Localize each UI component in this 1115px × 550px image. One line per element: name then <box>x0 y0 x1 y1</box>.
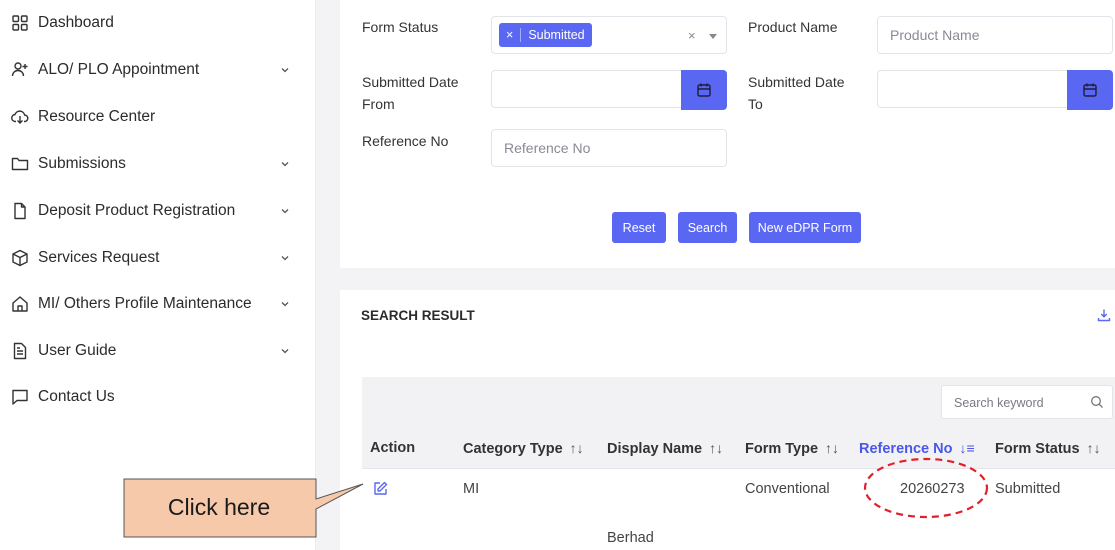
sidebar-item-label: Deposit Product Registration <box>38 202 236 219</box>
folder-icon <box>11 155 29 173</box>
new-edpr-form-button[interactable]: New eDPR Form <box>749 212 861 243</box>
search-icon <box>1091 396 1103 408</box>
chevron-down-icon <box>281 209 289 214</box>
search-result-panel: SEARCH RESULT Search keyword Action Cate… <box>340 290 1115 550</box>
callout-text: Click here <box>167 494 271 520</box>
product-name-label: Product Name <box>748 19 838 35</box>
chevron-down-icon <box>281 256 289 261</box>
sidebar-item-user-guide[interactable]: User Guide <box>0 328 316 374</box>
sidebar-item-submissions[interactable]: Submissions <box>0 141 316 187</box>
column-header-display-name[interactable]: Display Name ↑↓ <box>607 440 723 457</box>
label-line: From <box>362 96 395 112</box>
label-line: Submitted Date <box>748 74 845 90</box>
form-status-select[interactable]: × Submitted × <box>491 16 727 54</box>
form-status-label: Form Status <box>362 19 439 35</box>
grid-icon <box>11 14 29 32</box>
sort-icon[interactable]: ↑↓ <box>825 440 839 456</box>
label-line: To <box>748 96 763 112</box>
sidebar-item-label: Contact Us <box>38 388 115 405</box>
column-header-form-type[interactable]: Form Type ↑↓ <box>745 440 839 457</box>
column-header-form-status[interactable]: Form Status ↑↓ <box>995 440 1101 457</box>
cloud-download-icon <box>11 108 29 126</box>
reference-no-label: Reference No <box>362 133 449 149</box>
sidebar-item-label: User Guide <box>38 342 117 359</box>
filter-panel: Form Status × Submitted × Product Name P… <box>340 0 1115 268</box>
edit-icon[interactable] <box>373 481 388 496</box>
calendar-button[interactable] <box>681 70 727 110</box>
sidebar-item-resource-center[interactable]: Resource Center <box>0 94 316 140</box>
sidebar-item-label: Resource Center <box>38 108 156 125</box>
caret-down-icon[interactable] <box>709 34 717 39</box>
sidebar-item-label: Submissions <box>38 155 126 172</box>
sidebar-item-deposit-product-registration[interactable]: Deposit Product Registration <box>0 188 316 234</box>
status-chip: × Submitted <box>499 23 592 47</box>
message-icon <box>11 388 29 406</box>
column-label: Category Type <box>463 441 563 457</box>
sidebar-item-dashboard[interactable]: Dashboard <box>0 0 316 46</box>
search-keyword-placeholder: Search keyword <box>954 396 1044 410</box>
chevron-down-icon <box>281 162 289 167</box>
sidebar-item-label: MI/ Others Profile Maintenance <box>38 295 252 312</box>
column-header-action: Action <box>370 440 415 456</box>
reference-no-input[interactable]: Reference No <box>491 129 727 167</box>
file-icon <box>11 202 29 220</box>
column-label: Display Name <box>607 441 703 457</box>
chevron-down-icon <box>281 302 289 307</box>
divider <box>362 468 1115 469</box>
column-label: Action <box>370 440 416 456</box>
column-header-category-type[interactable]: Category Type ↑↓ <box>463 440 584 457</box>
chip-remove-icon[interactable]: × <box>506 28 522 42</box>
chip-label: Submitted <box>528 28 585 42</box>
sidebar-item-alo-plo-appointment[interactable]: ALO/ PLO Appointment <box>0 47 316 93</box>
cell-category-type: MI <box>463 481 480 497</box>
cell-display-name: Berhad <box>607 530 654 546</box>
document-icon <box>11 342 29 360</box>
search-result-title: SEARCH RESULT <box>361 308 475 323</box>
calendar-icon <box>697 83 711 97</box>
cell-form-status: Submitted <box>995 481 1061 497</box>
column-label: Form Type <box>745 441 819 457</box>
chevron-down-icon <box>281 68 289 73</box>
sidebar-item-contact-us[interactable]: Contact Us <box>0 374 316 420</box>
calendar-button[interactable] <box>1067 70 1113 110</box>
reference-no-placeholder: Reference No <box>504 140 591 156</box>
sort-icon[interactable]: ↑↓ <box>1087 440 1101 456</box>
download-icon[interactable] <box>1097 308 1111 322</box>
sidebar-item-label: Services Request <box>38 249 160 266</box>
box-icon <box>11 249 29 267</box>
sidebar-item-services-request[interactable]: Services Request <box>0 235 316 281</box>
sidebar-item-label: ALO/ PLO Appointment <box>38 61 200 78</box>
search-button[interactable]: Search <box>678 212 737 243</box>
user-plus-icon <box>11 61 29 79</box>
sidebar-item-mi-others-profile-maintenance[interactable]: MI/ Others Profile Maintenance <box>0 281 316 327</box>
label-line: Submitted Date <box>362 74 459 90</box>
sidebar-item-label: Dashboard <box>38 14 114 31</box>
sort-icon[interactable]: ↑↓ <box>709 440 723 456</box>
cell-form-type: Conventional <box>745 481 830 497</box>
submitted-date-to-label: Submitted Date To <box>748 71 845 115</box>
clear-icon[interactable]: × <box>688 28 696 43</box>
product-name-input[interactable]: Product Name <box>877 16 1113 54</box>
submitted-date-from-input[interactable] <box>491 70 727 110</box>
column-label: Form Status <box>995 441 1080 457</box>
reset-button[interactable]: Reset <box>612 212 666 243</box>
submitted-date-from-label: Submitted Date From <box>362 71 459 115</box>
sort-icon[interactable]: ↑↓ <box>570 440 584 456</box>
home-icon <box>11 295 29 313</box>
chevron-down-icon <box>281 349 289 354</box>
submitted-date-to-input[interactable] <box>877 70 1113 110</box>
sort-icon[interactable]: ↓≡ <box>959 440 974 456</box>
search-keyword-input[interactable]: Search keyword <box>941 385 1113 419</box>
highlight-oval <box>863 457 989 519</box>
sidebar: Dashboard ALO/ PLO Appointment Resource … <box>0 0 316 550</box>
calendar-icon <box>1083 83 1097 97</box>
product-name-placeholder: Product Name <box>890 27 980 43</box>
